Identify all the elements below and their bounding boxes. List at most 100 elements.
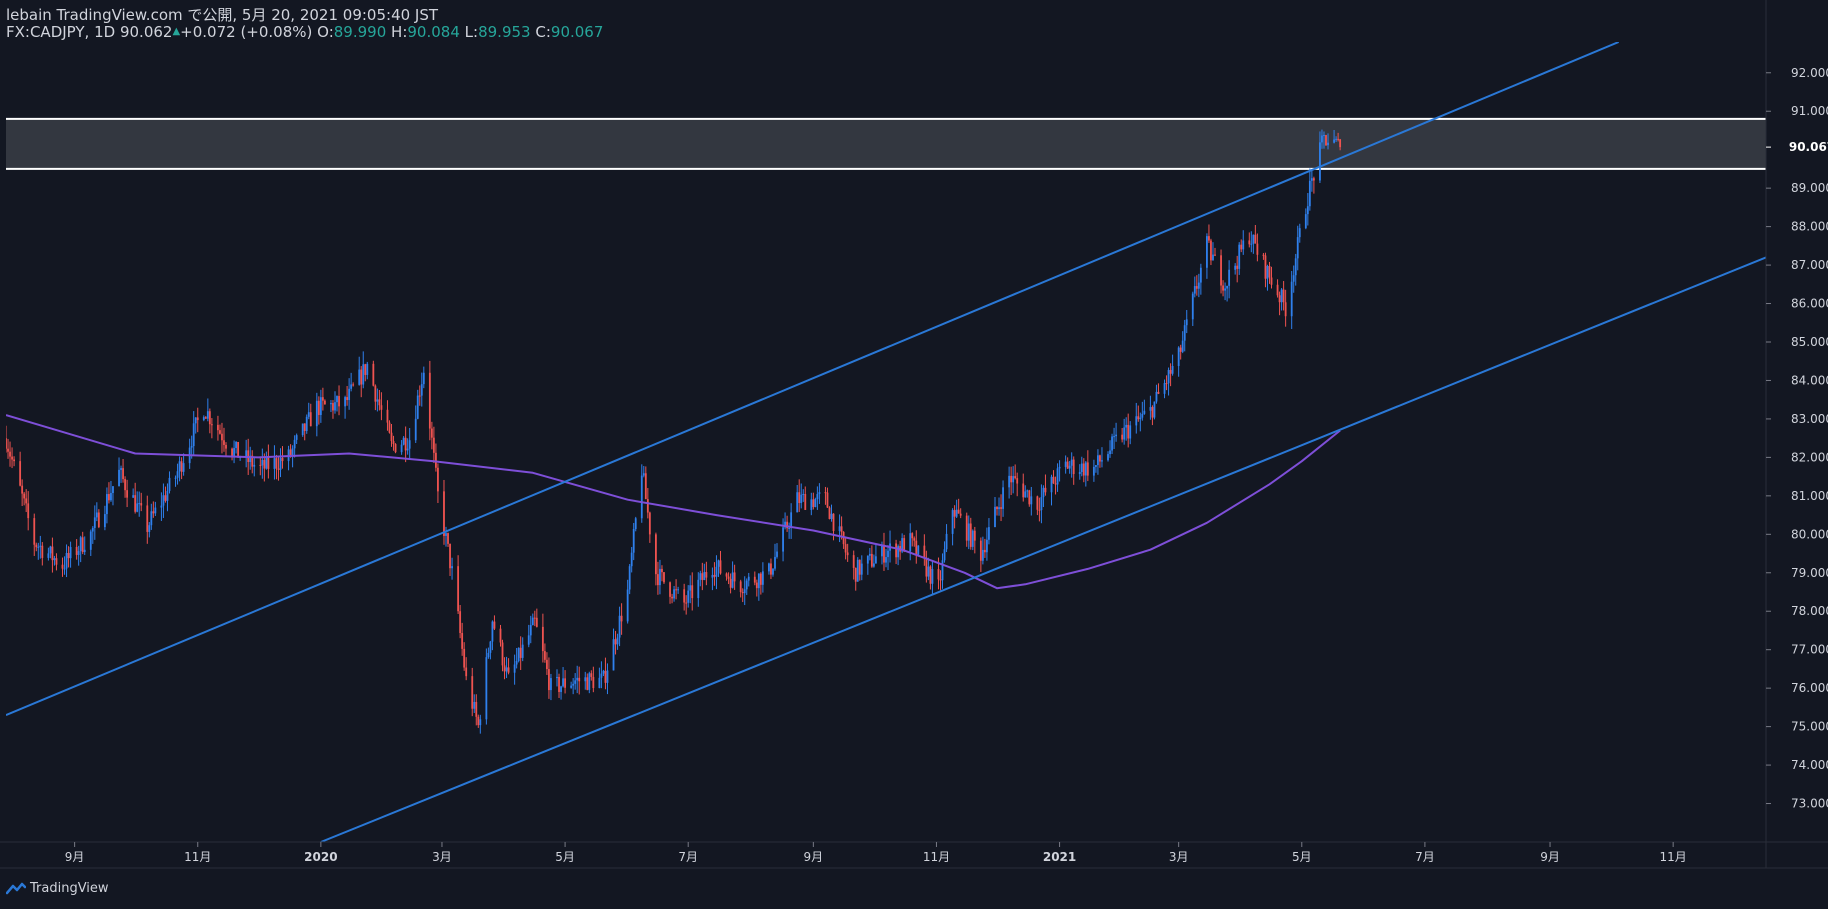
candle-body xyxy=(887,550,889,558)
candle-body xyxy=(529,625,532,636)
time-tick-label: 11月 xyxy=(1660,850,1687,864)
candle-body xyxy=(986,539,988,553)
candle-body xyxy=(1149,407,1152,411)
candle-body xyxy=(1179,347,1182,352)
zone-fill[interactable] xyxy=(6,118,1766,169)
candle-body xyxy=(33,518,36,545)
candle-body xyxy=(435,452,437,468)
candle-body xyxy=(319,397,322,415)
candle-body xyxy=(35,544,38,548)
candle-body xyxy=(55,558,58,565)
candle-body xyxy=(77,551,80,555)
candle-body xyxy=(194,417,197,424)
candle-body xyxy=(303,423,306,431)
candle-body xyxy=(798,492,801,504)
candle-body xyxy=(386,409,389,423)
candle-body xyxy=(307,412,310,417)
symbol-label[interactable]: FX:CADJPY, 1D xyxy=(6,23,115,41)
candle-body xyxy=(166,490,169,501)
time-tick-label: 7月 xyxy=(678,850,698,864)
candle-body xyxy=(612,639,615,671)
candle-body xyxy=(499,628,502,643)
candle-body xyxy=(1183,325,1186,341)
candle-body xyxy=(192,423,195,447)
resistance-zone[interactable] xyxy=(6,117,1766,170)
candle-body xyxy=(840,526,843,533)
price-chart[interactable]: 92.000 91.000 89.000 88.000 87.000 86.000 85.0… xyxy=(0,0,1828,909)
candle-body xyxy=(237,441,240,458)
candle-body xyxy=(979,540,982,561)
candle-body xyxy=(400,444,403,453)
candle-body xyxy=(231,448,233,457)
candle-body xyxy=(802,494,805,496)
candle-body xyxy=(358,369,361,385)
price-tick-label: 89.000 xyxy=(1791,181,1828,195)
candle-body xyxy=(860,563,863,575)
candle-body xyxy=(69,546,72,559)
price-tick-label: 83.000 xyxy=(1791,412,1828,426)
candle-body xyxy=(951,510,954,534)
candle-body xyxy=(747,576,750,581)
candle-body xyxy=(1068,465,1071,469)
candle-body xyxy=(301,423,304,436)
candle-body xyxy=(1276,284,1279,296)
candle-body xyxy=(519,647,522,658)
candle-body xyxy=(917,545,920,555)
candle-body xyxy=(832,513,835,532)
candle-body xyxy=(543,651,546,660)
candle-body xyxy=(1195,286,1198,289)
candle-body xyxy=(768,563,770,572)
candle-body xyxy=(973,530,976,541)
candle-body xyxy=(1135,416,1138,426)
candle-body xyxy=(1278,295,1281,303)
price-tick-label: 73.000 xyxy=(1791,797,1828,811)
candle-body xyxy=(1292,275,1295,282)
candle-body xyxy=(1191,293,1194,320)
candle-body xyxy=(1335,138,1337,140)
candle-body xyxy=(493,621,496,629)
publish-text: lebain TradingView.com で公開, 5月 20, 2021 … xyxy=(6,6,439,24)
candle-body xyxy=(1308,180,1311,207)
last-price-label[interactable]: 90.067 xyxy=(1789,140,1828,154)
candle-body xyxy=(360,369,363,385)
time-tick-label: 7月 xyxy=(1415,850,1435,864)
candle-body xyxy=(208,411,211,425)
candle-body xyxy=(152,511,155,514)
candle-body xyxy=(925,557,928,577)
candle-body xyxy=(233,447,235,457)
candle-body xyxy=(1064,461,1067,467)
candle-body xyxy=(856,559,859,582)
candle-body xyxy=(443,491,445,536)
candle-body xyxy=(134,495,137,512)
trendline-lower[interactable] xyxy=(320,256,1766,842)
candle-body xyxy=(422,372,425,385)
candle-body xyxy=(293,439,296,449)
candle-body xyxy=(1137,416,1140,420)
candle-body xyxy=(19,461,22,486)
moving-average-path[interactable] xyxy=(6,414,1341,590)
candle-body xyxy=(883,544,885,563)
candle-body xyxy=(1082,463,1085,476)
candle-body xyxy=(25,498,28,504)
candle-body xyxy=(527,635,530,645)
candle-body xyxy=(1052,476,1055,484)
brand-footer[interactable]: TradingView xyxy=(6,881,109,896)
open-label: O: xyxy=(317,23,334,41)
candle-body xyxy=(489,641,492,653)
candle-body xyxy=(1304,214,1307,229)
candle-body xyxy=(122,468,124,480)
candle-body xyxy=(138,503,141,505)
candle-body xyxy=(106,494,108,515)
candle-body xyxy=(513,664,516,673)
candle-body xyxy=(969,523,972,547)
candle-body xyxy=(669,582,671,597)
moving-average-line[interactable] xyxy=(6,414,1341,590)
candle-body xyxy=(190,446,193,448)
candle-body xyxy=(691,585,694,599)
candle-body xyxy=(548,669,550,691)
price-tick-label: 79.000 xyxy=(1791,566,1828,580)
candle-body xyxy=(838,526,841,532)
brand-name: TradingView xyxy=(30,881,109,896)
time-tick-label: 2020 xyxy=(304,850,337,864)
candle-body xyxy=(955,509,958,517)
